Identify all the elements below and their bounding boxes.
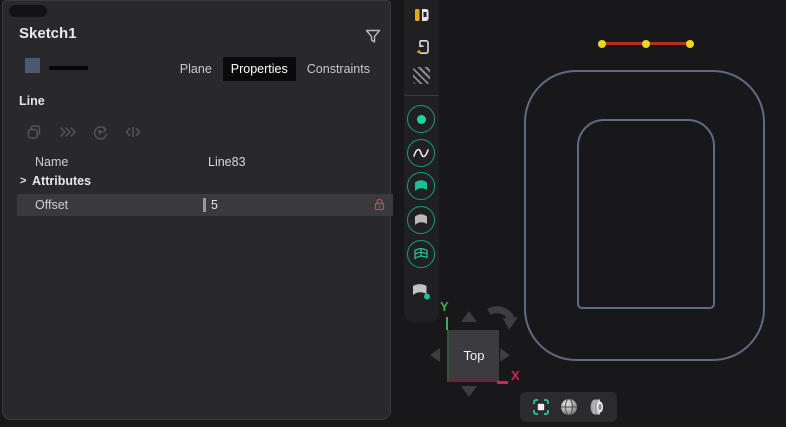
section-title: Line [19,94,45,108]
panel-title: Sketch1 [19,25,77,42]
axis-y-line [446,317,448,330]
offset-drag-handle[interactable] [203,198,206,212]
axis-y-label: Y [440,299,449,314]
hatch-icon[interactable] [413,67,430,84]
panel-tabs: Plane Properties Constraints [172,57,378,81]
line-color-swatch[interactable] [25,58,40,73]
orbit-left-arrow-icon[interactable] [430,348,440,362]
strip-divider [404,95,439,96]
duplicate-icon[interactable] [25,123,43,141]
surface-add-tool-button[interactable] [410,281,432,306]
property-toolbar [25,123,142,141]
surface-gray-tool-button[interactable] [407,206,435,234]
tab-properties[interactable]: Properties [223,57,296,81]
exit-sketch-icon[interactable] [412,37,432,57]
code-icon[interactable] [124,123,142,141]
surface-filled-icon [412,178,430,194]
sketch-doc-icon[interactable] [412,5,432,25]
window-pill[interactable] [9,5,47,17]
fast-forward-icon[interactable] [58,123,76,141]
tab-constraints[interactable]: Constraints [299,57,378,81]
spline-icon [411,145,431,161]
zoom-fit-icon[interactable] [531,397,551,417]
spline-tool-button[interactable] [407,139,435,167]
redo-plus-icon[interactable] [91,123,109,141]
axis-x-line [497,381,508,384]
view-cube-face-label: Top [464,348,485,363]
lock-icon[interactable] [372,197,387,212]
line-endpoint-left[interactable] [598,40,606,48]
attributes-label[interactable]: Attributes [32,174,91,188]
offset-value-field[interactable]: 5 [211,198,218,212]
orbit-up-arrow-icon[interactable] [461,311,477,322]
line-style-preview[interactable] [49,66,88,70]
tab-plane[interactable]: Plane [172,57,220,81]
properties-panel: Sketch1 Plane Properties Constraints Lin… [2,0,391,420]
surface-grid-icon [412,246,430,262]
view-cube[interactable]: Top [447,330,499,382]
point-icon [417,115,426,124]
axis-x-label: X [511,368,520,383]
name-label: Name [35,155,68,169]
orbit-down-arrow-icon[interactable] [461,386,477,397]
point-tool-button[interactable] [407,105,435,133]
inner-profile-curve[interactable] [577,119,715,309]
orbit-right-arrow-icon[interactable] [500,348,510,362]
surface-filled-tool-button[interactable] [407,172,435,200]
cylinder-view-icon[interactable] [587,397,607,417]
line-endpoint-right[interactable] [686,40,694,48]
shaded-sphere-icon[interactable] [559,397,579,417]
surface-grid-tool-button[interactable] [407,240,435,268]
line-midpoint[interactable] [642,40,650,48]
view-options-bar [520,392,617,422]
attributes-chevron-icon[interactable]: > [20,175,26,187]
offset-label: Offset [35,198,68,212]
name-value[interactable]: Line83 [208,155,246,169]
offset-row: Offset 5 [17,194,393,216]
filter-icon[interactable] [363,26,383,46]
surface-gray-icon [412,212,430,228]
